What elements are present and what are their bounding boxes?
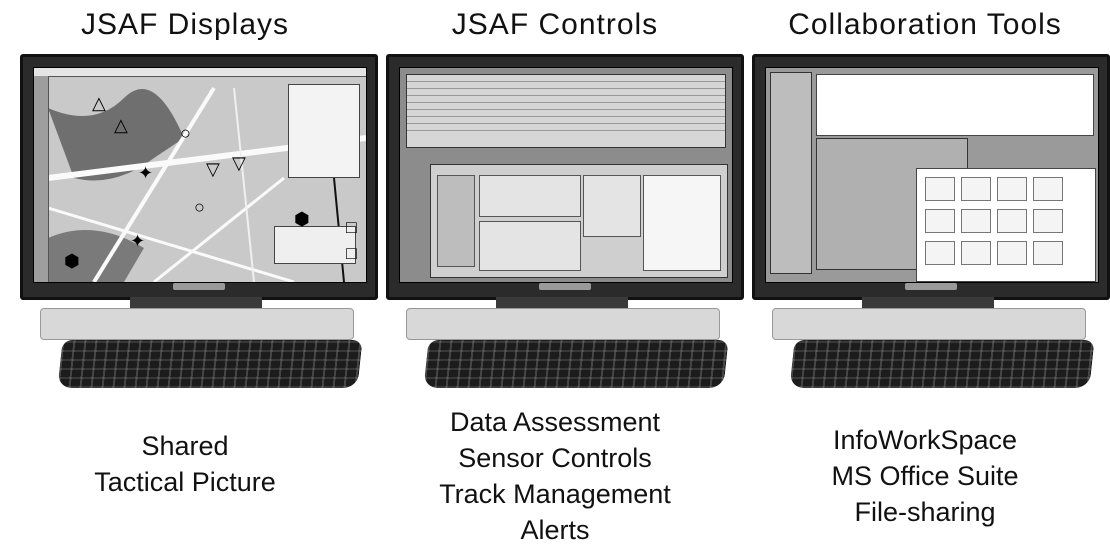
column-title-collaboration-tools: Collaboration Tools bbox=[788, 8, 1062, 41]
controls-desktop bbox=[400, 68, 732, 282]
monitor: △ △ ▽ ▽ ✦ ✦ ⬢ ⬢ □ □ ○ ○ bbox=[20, 54, 378, 300]
square-icon: □ bbox=[346, 217, 357, 237]
keyboard bbox=[789, 340, 1095, 388]
keyboard bbox=[57, 340, 363, 388]
tactical-map: △ △ ▽ ▽ ✦ ✦ ⬢ ⬢ □ □ ○ ○ bbox=[34, 68, 366, 282]
column-title-jsaf-displays: JSAF Displays bbox=[80, 8, 290, 41]
caption-line: Alerts bbox=[520, 515, 590, 545]
workspace-sidebar bbox=[770, 72, 812, 274]
hexagon-icon: ⬢ bbox=[294, 209, 310, 229]
caption-jsaf-controls: Data Assessment Sensor Controls Track Ma… bbox=[370, 404, 740, 548]
caption-line: InfoWorkSpace bbox=[832, 425, 1018, 455]
monitor-stand bbox=[406, 308, 720, 340]
monitor-stand bbox=[40, 308, 354, 340]
workstation-jsaf-displays: △ △ ▽ ▽ ✦ ✦ ⬢ ⬢ □ □ ○ ○ bbox=[20, 54, 380, 394]
aircraft-icon: ✦ bbox=[138, 163, 154, 183]
map-menubar bbox=[34, 68, 366, 77]
triangle-down-icon: ▽ bbox=[232, 153, 246, 173]
circle-icon: ○ bbox=[180, 123, 191, 143]
caption-line: Sensor Controls bbox=[458, 443, 652, 473]
square-icon: □ bbox=[346, 243, 357, 263]
hexagon-icon: ⬢ bbox=[64, 251, 80, 271]
shared-document-window bbox=[916, 168, 1096, 282]
column-title-jsaf-controls: JSAF Controls bbox=[451, 8, 659, 41]
triangle-icon: △ bbox=[114, 115, 128, 135]
map-status-panel bbox=[274, 226, 356, 264]
monitor-stand bbox=[772, 308, 1086, 340]
sensor-control-window bbox=[430, 164, 728, 278]
monitor-logo bbox=[539, 283, 591, 290]
workstation-collaboration-tools bbox=[752, 54, 1110, 394]
track-table-window bbox=[406, 74, 726, 148]
workstation-jsaf-controls bbox=[386, 54, 746, 394]
triangle-icon: △ bbox=[92, 93, 106, 113]
map-toolbar bbox=[34, 76, 49, 282]
collaboration-desktop bbox=[766, 68, 1098, 282]
caption-jsaf-displays: Shared Tactical Picture bbox=[0, 428, 370, 500]
monitor-logo bbox=[905, 283, 957, 290]
caption-line: MS Office Suite bbox=[831, 461, 1019, 491]
monitor-screen-controls bbox=[399, 67, 733, 283]
map-info-panel bbox=[288, 84, 360, 178]
triangle-down-icon: ▽ bbox=[206, 159, 220, 179]
keyboard bbox=[423, 340, 729, 388]
monitor-screen-map: △ △ ▽ ▽ ✦ ✦ ⬢ ⬢ □ □ ○ ○ bbox=[33, 67, 367, 283]
monitor bbox=[386, 54, 744, 300]
monitor-screen-collaboration bbox=[765, 67, 1099, 283]
chat-window bbox=[816, 74, 1094, 136]
monitor bbox=[752, 54, 1110, 300]
caption-collaboration-tools: InfoWorkSpace MS Office Suite File-shari… bbox=[740, 422, 1110, 530]
caption-line: Tactical Picture bbox=[94, 467, 276, 497]
caption-line: Track Management bbox=[439, 479, 671, 509]
caption-line: File-sharing bbox=[854, 497, 996, 527]
caption-line: Data Assessment bbox=[449, 407, 661, 437]
circle-icon: ○ bbox=[194, 197, 205, 217]
monitor-logo bbox=[173, 283, 225, 290]
aircraft-icon: ✦ bbox=[130, 231, 146, 251]
caption-line: Shared bbox=[141, 431, 229, 461]
